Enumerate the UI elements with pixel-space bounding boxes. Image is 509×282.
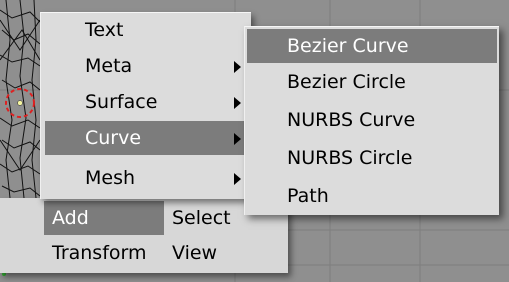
submenu-arrow-icon [234, 97, 241, 109]
menu-item-curve[interactable]: Curve [45, 121, 249, 155]
menu-item-text[interactable]: Text [45, 13, 249, 47]
submenu-item-label: NURBS Circle [287, 147, 413, 169]
menu-item-label: Meta [85, 55, 133, 77]
submenu-item-label: NURBS Curve [287, 109, 416, 131]
menu-add[interactable]: Add [44, 201, 164, 235]
menu-item-label: Text [85, 19, 124, 41]
submenu-arrow-icon [234, 173, 241, 185]
submenu-item-label: Path [287, 185, 329, 207]
menu-item-label: Curve [85, 127, 142, 149]
curve-submenu: Bezier Curve Bezier Circle NURBS Curve N… [244, 26, 499, 215]
submenu-item-bezier-circle[interactable]: Bezier Circle [247, 65, 497, 99]
menu-transform[interactable]: Transform [44, 236, 164, 270]
submenu-item-label: Bezier Circle [287, 71, 406, 93]
menu-select[interactable]: Select [164, 201, 244, 235]
menu-item-meta[interactable]: Meta [45, 49, 249, 83]
menu-item-label: Surface [85, 91, 158, 113]
submenu-item-bezier-curve[interactable]: Bezier Curve [247, 29, 497, 63]
menu-item-label: Mesh [85, 167, 136, 189]
submenu-item-label: Bezier Curve [287, 35, 409, 57]
add-menu: Text Meta Surface Curve Mesh [40, 12, 251, 199]
submenu-arrow-icon [234, 133, 241, 145]
submenu-item-path[interactable]: Path [247, 179, 497, 213]
submenu-item-nurbs-circle[interactable]: NURBS Circle [247, 141, 497, 175]
menu-item-mesh[interactable]: Mesh [45, 161, 249, 195]
menu-item-surface[interactable]: Surface [45, 85, 249, 119]
submenu-item-nurbs-curve[interactable]: NURBS Curve [247, 103, 497, 137]
menu-view[interactable]: View [164, 236, 244, 270]
submenu-arrow-icon [234, 61, 241, 73]
